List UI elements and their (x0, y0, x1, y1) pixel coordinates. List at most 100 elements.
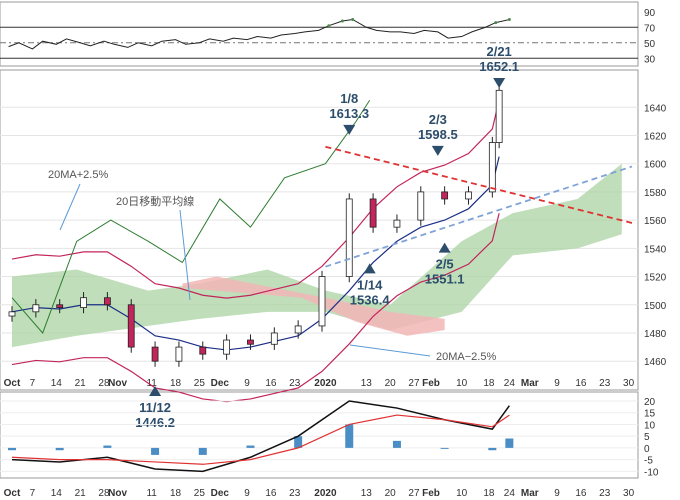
price-tick-label: 1460 (644, 357, 667, 368)
macd-tick-label: -10 (644, 467, 659, 478)
macd-x-tick-label: Nov (108, 488, 127, 499)
ma-label: 20日移動平均線 (116, 194, 194, 208)
price-x-tick-label: Feb (422, 378, 440, 389)
candle-body (345, 198, 353, 277)
macd-x-tick-label: 20 (385, 488, 397, 499)
candle-body (8, 311, 16, 317)
candle-body (441, 191, 449, 200)
price-x-tick-label: Dec (211, 378, 230, 389)
price-x-tick-label: 7 (30, 378, 36, 389)
annotation-date: 2/5 (436, 257, 454, 272)
annotation-value: 1652.1 (479, 59, 519, 74)
annotation-value: 1613.3 (329, 106, 369, 121)
macd-x-tick-label: 23 (599, 488, 611, 499)
candle-body (393, 219, 401, 228)
candle-body (488, 142, 496, 193)
annotation-date: 2/21 (486, 44, 511, 59)
annotation-value: 1551.1 (425, 272, 465, 287)
candle-body (417, 191, 425, 221)
macd-tick-label: 0 (644, 444, 650, 455)
macd-x-tick-label: 23 (289, 488, 301, 499)
chart: 90705030 1640162016001580156015401520150… (0, 1, 667, 499)
rsi-overbought-point (340, 19, 344, 23)
upper-band-label: 20MA+2.5% (48, 169, 108, 181)
candle-body (369, 198, 377, 228)
rsi-tick-label: 70 (644, 23, 656, 34)
rsi-overbought-point (351, 18, 355, 21)
macd-tick-label: 5 (644, 432, 650, 443)
macd-histogram-bar (55, 447, 64, 451)
macd-histogram-bar (505, 438, 514, 448)
candle-body (151, 346, 159, 362)
price-x-tick-label: 10 (456, 378, 468, 389)
price-x-tick-label: 16 (265, 378, 277, 389)
price-x-tick-label: 24 (504, 378, 516, 389)
price-x-tick-label: 9 (554, 378, 560, 389)
macd-histogram-bar (392, 440, 401, 448)
annotation-date: 2/3 (429, 112, 447, 127)
annotation-value: 1536.4 (350, 292, 391, 307)
rsi-overbought-point (494, 21, 498, 25)
macd-x-tick-label: 18 (170, 488, 182, 499)
macd-tick-label: 15 (644, 409, 656, 420)
macd-x-tick-label: 2020 (314, 488, 337, 499)
price-tick-label: 1640 (644, 103, 667, 114)
rsi-tick-label: 50 (644, 39, 656, 50)
price-x-tick-label: Nov (108, 378, 127, 389)
price-x-tick-label: Oct (4, 378, 21, 389)
macd-x-tick-label: 13 (361, 488, 373, 499)
macd-x-tick-label: Dec (211, 488, 230, 499)
macd-x-tick-label: 25 (194, 488, 206, 499)
candle-body (294, 325, 302, 334)
macd-x-tick-label: 9 (554, 488, 560, 499)
price-tick-label: 1560 (644, 216, 667, 227)
price-x-tick-label: 9 (244, 378, 250, 389)
macd-x-tick-label: 11 (146, 488, 157, 499)
price-x-tick-label: 14 (51, 378, 63, 389)
price-x-tick-label: 27 (408, 378, 420, 389)
price-tick-label: 1480 (644, 329, 667, 340)
price-x-tick-label: 20 (385, 378, 397, 389)
price-tick-label: 1500 (644, 301, 667, 312)
macd-histogram-bar (440, 447, 449, 449)
macd-histogram-bar (198, 447, 207, 455)
price-x-tick-label: 16 (575, 378, 587, 389)
macd-histogram-bar (103, 445, 112, 448)
rsi-overbought-point (327, 24, 331, 28)
macd-histogram-bar (246, 445, 255, 448)
candle-body (32, 304, 40, 313)
candle-body (56, 304, 64, 308)
price-tick-label: 1540 (644, 244, 667, 255)
rsi-tick-label: 90 (644, 8, 656, 19)
candle-body (495, 89, 503, 143)
candle-body (175, 346, 183, 362)
macd-panel (0, 391, 639, 479)
rsi-overbought-point (507, 18, 511, 21)
candle-body (318, 276, 326, 327)
macd-x-tick-label: Oct (4, 488, 21, 499)
macd-x-tick-label: 24 (504, 488, 516, 499)
price-x-tick-label: 13 (361, 378, 373, 389)
macd-x-tick-label: 27 (408, 488, 420, 499)
candle-body (80, 297, 87, 308)
price-x-tick-label: 18 (483, 378, 495, 389)
macd-x-tick-label: 10 (456, 488, 468, 499)
lower-band-label: 20MA−2.5% (436, 351, 496, 363)
macd-x-tick-label: Feb (422, 488, 440, 499)
price-x-tick-label: Mar (521, 378, 539, 389)
price-x-tick-label: 30 (623, 378, 635, 389)
macd-x-tick-label: 21 (75, 488, 87, 499)
price-x-tick-label: 21 (75, 378, 87, 389)
annotation-date: 1/8 (340, 91, 358, 106)
annotation-value: 1598.5 (418, 127, 458, 142)
macd-x-tick-label: Mar (521, 488, 539, 499)
macd-histogram-bar (345, 424, 354, 448)
macd-group: 20151050-5-10Oct 7 14 21 28Nov 11 18 25 Dec 9 16 23… (0, 397, 659, 499)
price-tick-label: 1580 (644, 188, 667, 199)
rsi-panel (0, 1, 639, 67)
price-tick-label: 1520 (644, 273, 667, 284)
candle-body (247, 339, 254, 345)
price-x-tick-label: 25 (194, 378, 206, 389)
macd-x-tick-label: 7 (30, 488, 36, 499)
price-tick-label: 1600 (644, 160, 667, 171)
